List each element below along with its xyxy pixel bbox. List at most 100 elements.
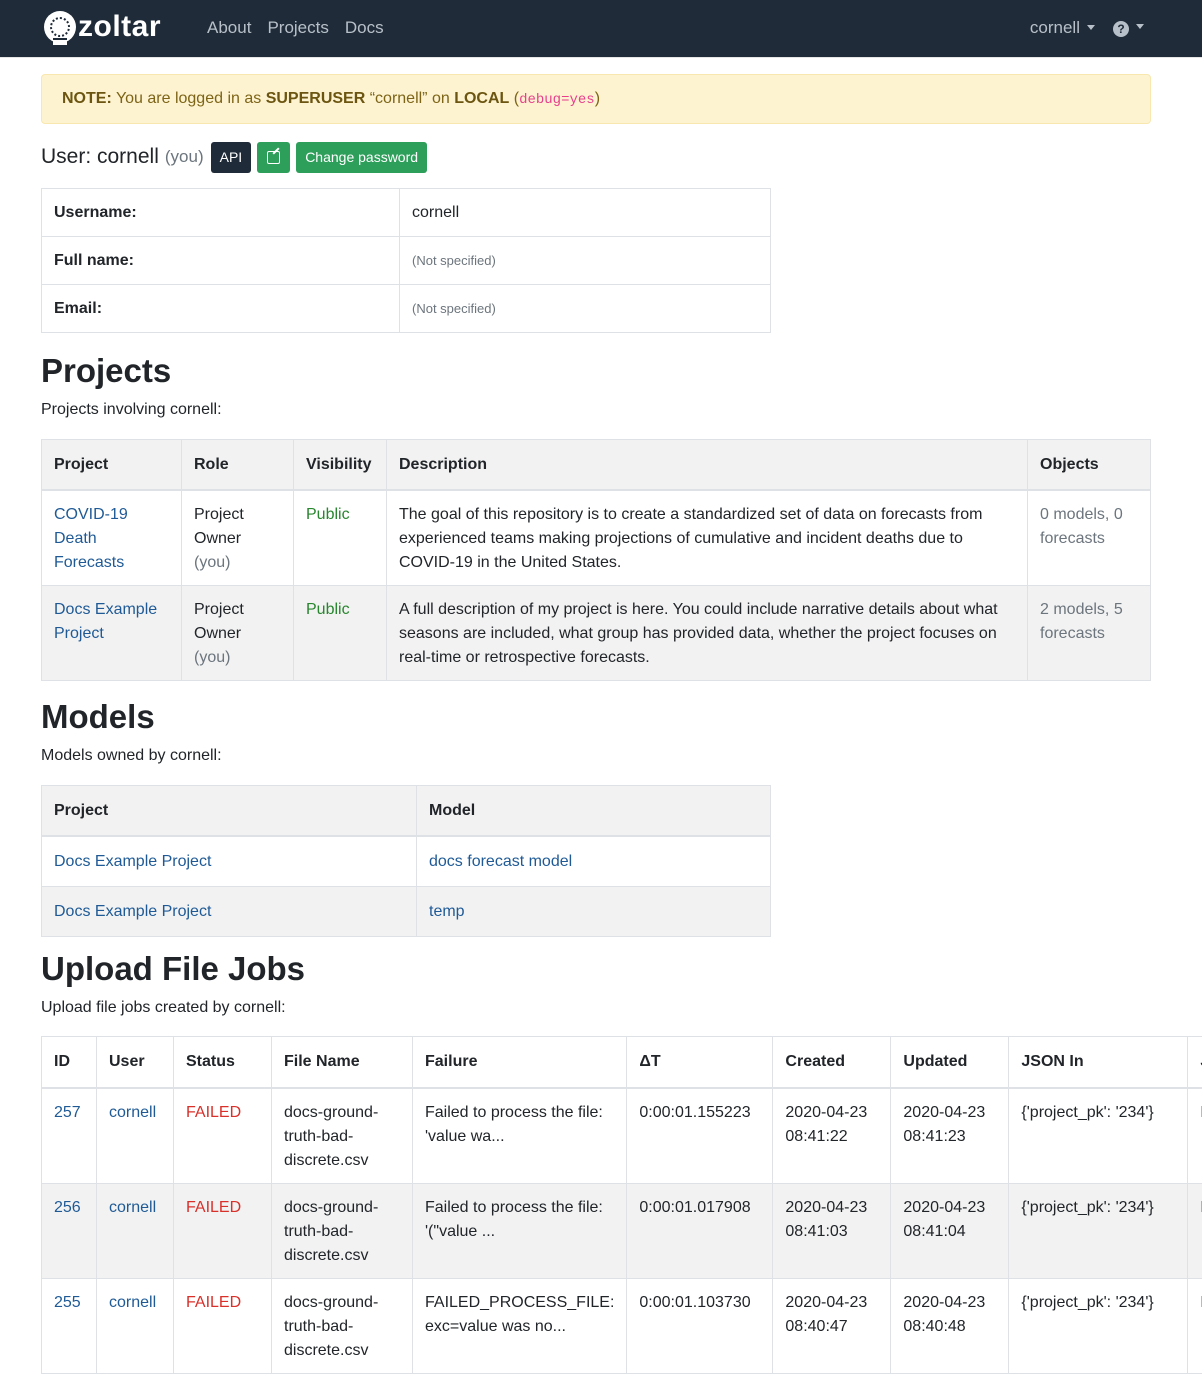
column-header[interactable]: Updated <box>891 1037 1009 1089</box>
file-name: docs-ground-truth-bad-discrete.csv <box>272 1088 413 1184</box>
column-header[interactable]: Failure <box>413 1037 627 1089</box>
column-header[interactable]: JSON Out <box>1188 1037 1202 1089</box>
table-row: Docs Example Project Project Owner(you) … <box>42 586 1151 681</box>
superuser-alert: NOTE: You are logged in as SUPERUSER “co… <box>41 74 1151 124</box>
json-out: None <box>1188 1184 1202 1279</box>
jobs-heading: Upload File Jobs <box>41 950 305 988</box>
column-header[interactable]: Status <box>174 1037 272 1089</box>
user-menu-label: cornell <box>1030 18 1080 37</box>
note-label: NOTE: <box>62 90 112 107</box>
job-user-link[interactable]: cornell <box>109 1199 156 1216</box>
column-header[interactable]: Objects <box>1028 440 1151 491</box>
table-row: Email: (Not specified) <box>42 285 771 333</box>
status-badge: FAILED <box>174 1088 272 1184</box>
nav-projects-link[interactable]: Projects <box>267 18 328 38</box>
table-row: 256 cornell FAILED docs-ground-truth-bad… <box>42 1184 1202 1279</box>
table-row: Full name: (Not specified) <box>42 237 771 285</box>
failure-text: Failed to process the file: 'value wa... <box>413 1088 627 1184</box>
created-time: 2020-04-23 08:40:47 <box>773 1279 891 1374</box>
nav-right: cornell ? <box>1030 18 1144 38</box>
json-in: {'project_pk': '234'} <box>1009 1279 1188 1374</box>
description-text: The goal of this repository is to create… <box>387 490 1028 586</box>
column-header[interactable]: Project <box>42 786 417 837</box>
failure-text: Failed to process the file: '("value ... <box>413 1184 627 1279</box>
job-id-link[interactable]: 255 <box>54 1294 81 1311</box>
column-header[interactable]: Model <box>417 786 771 837</box>
created-time: 2020-04-23 08:41:22 <box>773 1088 891 1184</box>
file-name: docs-ground-truth-bad-discrete.csv <box>272 1279 413 1374</box>
objects-text: 0 models, 0 forecasts <box>1028 490 1151 586</box>
brand-name: zoltar <box>78 11 161 43</box>
edit-user-button[interactable] <box>257 142 290 173</box>
note-env: LOCAL <box>454 90 509 107</box>
nav-docs-link[interactable]: Docs <box>345 18 384 38</box>
edit-icon <box>267 151 280 164</box>
table-row: 257 cornell FAILED docs-ground-truth-bad… <box>42 1088 1202 1184</box>
column-header[interactable]: ID <box>42 1037 97 1089</box>
note-text: ) <box>595 90 600 107</box>
project-link[interactable]: COVID-19 Death Forecasts <box>54 506 128 571</box>
help-menu-dropdown[interactable]: ? <box>1113 19 1144 37</box>
table-header-row: Project Model <box>42 786 771 837</box>
table-row: Docs Example Project temp <box>42 887 771 937</box>
json-out: None <box>1188 1279 1202 1374</box>
json-in: {'project_pk': '234'} <box>1009 1184 1188 1279</box>
role-you: (you) <box>194 554 230 571</box>
job-user-link[interactable]: cornell <box>109 1104 156 1121</box>
column-header[interactable]: Created <box>773 1037 891 1089</box>
you-label: (you) <box>165 147 204 167</box>
updated-time: 2020-04-23 08:41:23 <box>891 1088 1009 1184</box>
change-password-button[interactable]: Change password <box>296 142 427 173</box>
project-link[interactable]: Docs Example Project <box>54 903 211 920</box>
note-text: ( <box>509 90 519 107</box>
status-badge: FAILED <box>174 1184 272 1279</box>
json-out: None <box>1188 1088 1202 1184</box>
delta-time: 0:00:01.155223 <box>627 1088 773 1184</box>
job-id-link[interactable]: 256 <box>54 1199 81 1216</box>
models-heading: Models <box>41 698 155 736</box>
chevron-down-icon <box>1136 24 1144 29</box>
project-link[interactable]: Docs Example Project <box>54 601 157 642</box>
column-header[interactable]: Visibility <box>294 440 387 491</box>
info-value: cornell <box>400 189 771 237</box>
column-header[interactable]: Role <box>182 440 294 491</box>
project-link[interactable]: Docs Example Project <box>54 853 211 870</box>
json-in: {'project_pk': '234'} <box>1009 1088 1188 1184</box>
updated-time: 2020-04-23 08:41:04 <box>891 1184 1009 1279</box>
table-row: COVID-19 Death Forecasts Project Owner(y… <box>42 490 1151 586</box>
projects-heading: Projects <box>41 352 171 390</box>
visibility-text: Public <box>294 490 387 586</box>
info-key: Full name: <box>42 237 400 285</box>
brand-link[interactable]: zoltar <box>44 8 161 46</box>
note-role: SUPERUSER <box>266 90 366 107</box>
delta-time: 0:00:01.017908 <box>627 1184 773 1279</box>
projects-subtitle: Projects involving cornell: <box>41 401 222 419</box>
file-name: docs-ground-truth-bad-discrete.csv <box>272 1184 413 1279</box>
info-key: Username: <box>42 189 400 237</box>
column-header[interactable]: Project <box>42 440 182 491</box>
nav-links: About Projects Docs <box>207 18 384 38</box>
job-id-link[interactable]: 257 <box>54 1104 81 1121</box>
projects-table: Project Role Visibility Description Obje… <box>41 439 1151 681</box>
model-link[interactable]: temp <box>429 903 465 920</box>
table-row: Docs Example Project docs forecast model <box>42 836 771 887</box>
api-button[interactable]: API <box>211 142 252 173</box>
role-you: (you) <box>194 649 230 666</box>
user-info-table: Username: cornell Full name: (Not specif… <box>41 188 771 333</box>
job-user-link[interactable]: cornell <box>109 1294 156 1311</box>
column-header[interactable]: Description <box>387 440 1028 491</box>
created-time: 2020-04-23 08:41:03 <box>773 1184 891 1279</box>
role-text: Project Owner <box>194 601 244 642</box>
column-header[interactable]: JSON In <box>1009 1037 1188 1089</box>
column-header[interactable]: User <box>97 1037 174 1089</box>
column-header[interactable]: File Name <box>272 1037 413 1089</box>
visibility-text: Public <box>294 586 387 681</box>
jobs-subtitle: Upload file jobs created by cornell: <box>41 999 286 1017</box>
nav-about-link[interactable]: About <box>207 18 251 38</box>
table-row: Username: cornell <box>42 189 771 237</box>
column-header[interactable]: ΔT <box>627 1037 773 1089</box>
user-menu-dropdown[interactable]: cornell <box>1030 18 1095 38</box>
objects-text: 2 models, 5 forecasts <box>1028 586 1151 681</box>
model-link[interactable]: docs forecast model <box>429 853 572 870</box>
question-circle-icon: ? <box>1113 21 1129 37</box>
